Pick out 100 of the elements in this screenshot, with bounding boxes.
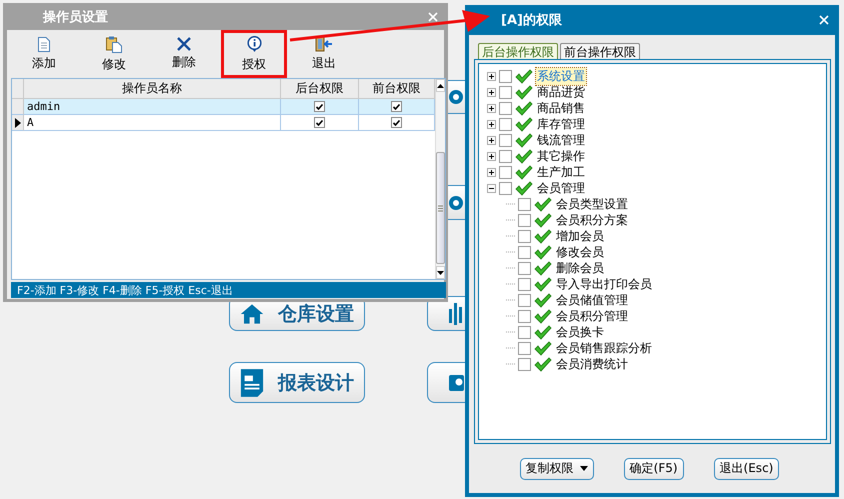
dialog-button[interactable]: 确定(F5) (624, 458, 684, 480)
tree-item[interactable]: 删除会员 (555, 260, 605, 276)
toolbar-button[interactable]: 添加 (11, 30, 77, 78)
table-cell: A (24, 115, 281, 131)
tree-item[interactable]: 会员储值管理 (555, 292, 629, 308)
tree-item[interactable]: 修改会员 (555, 244, 605, 260)
scroll-down-icon[interactable] (437, 270, 444, 274)
menu-tile[interactable]: 报表设计 (229, 362, 365, 403)
checkbox[interactable] (518, 262, 531, 274)
check-mark (393, 120, 400, 126)
tree-item[interactable]: 系统设置 (536, 68, 586, 84)
tree-line (506, 331, 515, 333)
tree-line (506, 219, 515, 221)
checkbox[interactable] (499, 70, 512, 82)
tree-item[interactable]: 会员消费统计 (555, 356, 629, 372)
toolbar-button[interactable]: 修改 (81, 30, 147, 78)
checkbox[interactable] (314, 117, 325, 128)
column-header[interactable]: 前台权限 (359, 79, 435, 99)
column-header[interactable]: 操作员名称 (24, 79, 281, 99)
door-icon (315, 36, 333, 52)
checkbox[interactable] (518, 278, 531, 290)
tree-item[interactable]: 商品销售 (536, 100, 586, 116)
dialog-button[interactable]: 退出(Esc) (714, 458, 780, 480)
checkbox[interactable] (499, 118, 512, 130)
collapse-icon[interactable] (487, 184, 496, 192)
checkbox[interactable] (518, 358, 531, 370)
document-icon (38, 36, 50, 52)
checkbox[interactable] (518, 198, 531, 210)
expand-icon[interactable] (487, 72, 496, 80)
checkbox[interactable] (499, 182, 512, 194)
info-icon (246, 36, 262, 52)
column-header[interactable]: 后台权限 (281, 79, 359, 99)
tree-line (506, 347, 515, 349)
table-row[interactable]: admin (12, 99, 435, 115)
tree-line (506, 267, 515, 269)
window-title: 操作员设置 (43, 8, 108, 26)
checkbox[interactable] (314, 101, 325, 112)
grid-corner (12, 79, 24, 99)
tab[interactable]: 后台操作权限 (478, 43, 558, 59)
tree-item[interactable]: 其它操作 (536, 148, 586, 164)
grip-icon (438, 204, 443, 212)
scroll-up-icon[interactable] (437, 84, 444, 88)
row-selector[interactable] (12, 115, 24, 131)
tree-item[interactable]: 导入导出打印会员 (555, 276, 653, 292)
tree-line (506, 235, 515, 237)
tree-line (506, 203, 515, 205)
tree-line (506, 363, 515, 365)
checkbox[interactable] (518, 326, 531, 338)
clipboard-icon (106, 36, 122, 52)
tree-item[interactable]: 会员积分管理 (555, 308, 629, 324)
tab[interactable]: 前台操作权限 (560, 43, 640, 59)
checkbox[interactable] (499, 134, 512, 146)
tree-item[interactable]: 商品进货 (536, 84, 586, 100)
tree-line (506, 299, 515, 301)
window-title: [A]的权限 (501, 12, 562, 29)
tree-item[interactable]: 会员积分方案 (555, 212, 629, 228)
tree-line (506, 283, 515, 285)
checkbox[interactable] (518, 246, 531, 258)
check-mark (316, 104, 323, 110)
tree-line (506, 251, 515, 253)
expand-icon[interactable] (487, 120, 496, 128)
tree-item[interactable]: 钱流管理 (536, 132, 586, 148)
checkbox[interactable] (391, 101, 402, 112)
tree-item[interactable]: 增加会员 (555, 228, 605, 244)
checkbox[interactable] (499, 150, 512, 162)
tree-item[interactable]: 生产加工 (536, 164, 586, 180)
expand-icon[interactable] (487, 152, 496, 160)
tree-item[interactable]: 库存管理 (536, 116, 586, 132)
table-row[interactable]: A (12, 115, 435, 131)
toolbar-button[interactable]: 授权 (221, 30, 287, 78)
tree-item[interactable]: 会员管理 (536, 180, 586, 196)
checkbox[interactable] (499, 102, 512, 114)
checkbox[interactable] (518, 294, 531, 306)
checkbox[interactable] (391, 117, 402, 128)
tree-item[interactable]: 会员销售跟踪分析 (555, 340, 653, 356)
tree-line (506, 315, 515, 317)
dialog-button[interactable]: 复制权限 (520, 458, 594, 480)
checkbox[interactable] (518, 230, 531, 242)
toolbar-button[interactable]: 删除 (151, 30, 217, 78)
checkbox[interactable] (518, 342, 531, 354)
close-icon[interactable] (428, 12, 438, 22)
checkbox[interactable] (499, 166, 512, 178)
expand-icon[interactable] (487, 88, 496, 96)
scrollbar[interactable] (435, 79, 445, 279)
delete-icon (177, 37, 191, 51)
toolbar-button[interactable]: 退出 (291, 30, 357, 78)
close-icon[interactable] (819, 15, 829, 25)
expand-icon[interactable] (487, 104, 496, 112)
checkbox[interactable] (499, 86, 512, 98)
document-icon (240, 366, 264, 398)
check-mark (393, 104, 400, 110)
checkbox[interactable] (518, 214, 531, 226)
chart-icon (449, 302, 463, 324)
expand-icon[interactable] (487, 168, 496, 176)
tree-item[interactable]: 会员类型设置 (555, 196, 629, 212)
expand-icon[interactable] (487, 136, 496, 144)
checkbox[interactable] (518, 310, 531, 322)
shortcut-hint: F2-添加 F3-修改 F4-删除 F5-授权 Esc-退出 (17, 282, 233, 298)
check-mark (316, 120, 323, 126)
tree-item[interactable]: 会员换卡 (555, 324, 605, 340)
